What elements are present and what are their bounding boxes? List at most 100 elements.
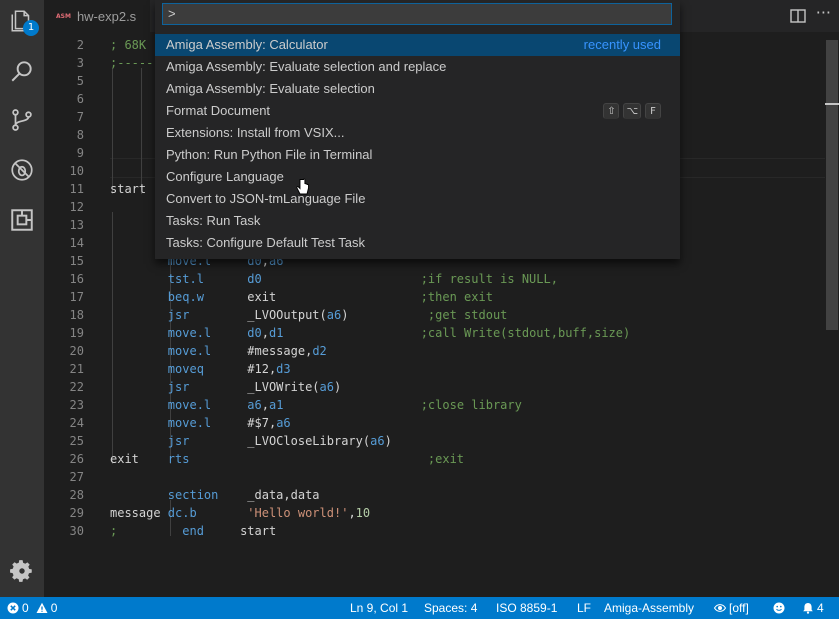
line-number: 29 bbox=[69, 506, 84, 520]
code-line[interactable]: 19 move.l d0,d1 ;call Write(stdout,buff,… bbox=[44, 324, 825, 342]
code-token: _LVOOutput( bbox=[189, 308, 327, 322]
palette-item[interactable]: Amiga Assembly: Evaluate selection and r… bbox=[155, 56, 680, 78]
code-line[interactable]: 26 exit rts ;exit bbox=[44, 450, 825, 468]
line-number: 7 bbox=[76, 110, 84, 124]
keybinding: ⇧ ⌥ F bbox=[603, 103, 661, 119]
code-token: d1 bbox=[268, 326, 284, 340]
code-token: , bbox=[261, 398, 269, 412]
palette-item[interactable]: Python: Run Python File in Terminal bbox=[155, 144, 680, 166]
code-token: tst.l bbox=[167, 272, 204, 286]
eye-state: [off] bbox=[729, 601, 749, 615]
line-number: 20 bbox=[69, 344, 84, 358]
palette-item-label: Configure Language bbox=[166, 169, 284, 184]
hand-cursor-icon bbox=[296, 178, 310, 200]
code-token: ) bbox=[384, 434, 392, 448]
palette-item-hint: recently used bbox=[583, 37, 661, 52]
line-number: 16 bbox=[69, 272, 84, 286]
palette-item[interactable]: Configure Language bbox=[155, 166, 680, 188]
notifications[interactable]: 4 bbox=[802, 597, 824, 619]
line-number: 24 bbox=[69, 416, 84, 430]
extensions-icon[interactable] bbox=[7, 205, 37, 235]
code-line[interactable]: 20 move.l #message,d2 bbox=[44, 342, 825, 360]
line-number: 27 bbox=[69, 470, 84, 484]
cursor-position[interactable]: Ln 9, Col 1 bbox=[350, 597, 408, 619]
palette-item-label: Python: Run Python File in Terminal bbox=[166, 147, 373, 162]
code-token: ;exit bbox=[427, 452, 465, 466]
code-line[interactable]: 27 bbox=[44, 468, 825, 486]
code-line[interactable]: 25 jsr _LVOCloseLibrary(a6) bbox=[44, 432, 825, 450]
code-token: _LVOCloseLibrary( bbox=[189, 434, 371, 448]
line-number: 12 bbox=[69, 200, 84, 214]
code-token: jsr bbox=[167, 434, 190, 448]
source-control-icon[interactable] bbox=[7, 105, 37, 135]
palette-item-label: Amiga Assembly: Calculator bbox=[166, 37, 328, 52]
debug-icon[interactable] bbox=[7, 155, 37, 185]
encoding-setting[interactable]: ISO 8859-1 bbox=[496, 597, 557, 619]
feedback-smiley-icon[interactable] bbox=[773, 597, 785, 619]
line-code: move.l #$7,a6 bbox=[110, 414, 291, 432]
code-token: , bbox=[261, 326, 269, 340]
palette-item[interactable]: Tasks: Run Task bbox=[155, 210, 680, 232]
palette-item[interactable]: Amiga Assembly: Calculator recently used bbox=[155, 34, 680, 56]
eye-toggle[interactable]: [off] bbox=[714, 597, 749, 619]
code-token: a6 bbox=[319, 380, 334, 394]
language-mode[interactable]: Amiga-Assembly bbox=[604, 597, 694, 619]
palette-item-label: Tasks: Configure Default Test Task bbox=[166, 235, 365, 250]
editor-scrollbar[interactable] bbox=[825, 32, 839, 597]
code-line[interactable]: 22 jsr _LVOWrite(a6) bbox=[44, 378, 825, 396]
scrollbar-thumb[interactable] bbox=[826, 40, 838, 330]
problems-indicator[interactable]: 0 0 bbox=[7, 597, 57, 619]
line-number: 14 bbox=[69, 236, 84, 250]
error-count: 0 bbox=[22, 601, 29, 615]
more-actions-icon[interactable]: ··· bbox=[816, 4, 831, 22]
line-code: section _data,data bbox=[110, 486, 320, 504]
code-token: exit bbox=[110, 452, 168, 466]
code-token: move.l bbox=[167, 344, 212, 358]
warning-count: 0 bbox=[50, 601, 58, 615]
split-editor-icon[interactable] bbox=[789, 7, 807, 25]
line-number: 23 bbox=[69, 398, 84, 412]
eye-icon bbox=[714, 604, 726, 612]
line-code: move.l #message,d2 bbox=[110, 342, 327, 360]
code-token: ;then exit bbox=[420, 290, 493, 304]
command-palette-input[interactable]: > bbox=[162, 3, 672, 25]
line-number: 13 bbox=[69, 218, 84, 232]
line-number: 19 bbox=[69, 326, 84, 340]
files-icon[interactable]: 1 bbox=[7, 6, 39, 36]
code-line[interactable]: 23 move.l a6,a1 ;close library bbox=[44, 396, 825, 414]
code-line[interactable]: 16 tst.l d0 ;if result is NULL, bbox=[44, 270, 825, 288]
palette-item[interactable]: Tasks: Configure Default Test Task bbox=[155, 232, 680, 254]
code-token: jsr bbox=[167, 380, 190, 394]
command-palette: > Amiga Assembly: Calculator recently use… bbox=[155, 0, 680, 259]
tab-hw-exp2[interactable]: ASM hw-exp2.s bbox=[44, 0, 151, 32]
code-token: beq.w bbox=[167, 290, 204, 304]
line-code: start bbox=[110, 180, 146, 198]
code-line[interactable]: 29 message dc.b 'Hello world!',10 bbox=[44, 504, 825, 522]
palette-item[interactable]: Convert to JSON-tmLanguage File bbox=[155, 188, 680, 210]
code-line[interactable]: 17 beq.w exit ;then exit bbox=[44, 288, 825, 306]
palette-item[interactable]: Format Document ⇧ ⌥ F bbox=[155, 100, 680, 122]
settings-gear-icon[interactable] bbox=[7, 556, 37, 586]
line-code: jsr _LVOOutput(a6) ;get stdout bbox=[110, 306, 508, 324]
key-cap: ⌥ bbox=[623, 103, 641, 119]
code-line[interactable]: 21 moveq #12,d3 bbox=[44, 360, 825, 378]
search-icon[interactable] bbox=[7, 56, 37, 86]
palette-item[interactable]: Extensions: Install from VSIX... bbox=[155, 122, 680, 144]
code-token: start bbox=[203, 524, 277, 538]
code-line[interactable]: 28 section _data,data bbox=[44, 486, 825, 504]
indentation-setting[interactable]: Spaces: 4 bbox=[424, 597, 477, 619]
code-line[interactable]: 24 move.l #$7,a6 bbox=[44, 414, 825, 432]
eol-setting[interactable]: LF bbox=[577, 597, 591, 619]
code-line[interactable]: 30 ; end start bbox=[44, 522, 825, 540]
palette-item[interactable]: Amiga Assembly: Evaluate selection bbox=[155, 78, 680, 100]
code-line[interactable]: 18 jsr _LVOOutput(a6) ;get stdout bbox=[44, 306, 825, 324]
line-number: 11 bbox=[69, 182, 84, 196]
